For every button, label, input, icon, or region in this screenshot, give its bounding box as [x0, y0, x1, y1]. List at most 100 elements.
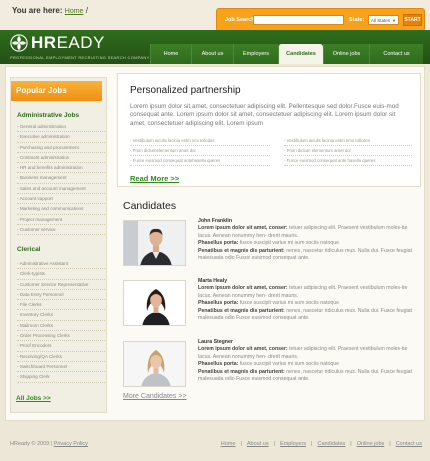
read-more-link[interactable]: Read More >>: [130, 174, 179, 183]
copyright: HReady © 2009 | Privacy Policy: [10, 441, 88, 447]
sidebar-job-label: Inventory Clerks: [19, 312, 54, 318]
nav-candidates[interactable]: Candidates: [278, 44, 323, 64]
partnership-link[interactable]: - Proin dictum elementum amet dol: [284, 146, 412, 156]
all-jobs-link[interactable]: All Jobs >>: [16, 395, 51, 402]
partnership-link[interactable]: - Vestibulum iaculis lacinia estm nmi to…: [130, 136, 270, 146]
sidebar-job-label: Switchboard Personnel: [19, 363, 68, 369]
partnership-link[interactable]: - Vestibulum iaculis lacinia estm nmo to…: [284, 136, 412, 146]
footer: HReady © 2009 | Privacy Policy Home | Ab…: [0, 421, 430, 461]
candidate-line2-bold: Phasellus porta:: [198, 240, 239, 247]
sidebar-job-link[interactable]: - Contracts administration: [17, 153, 105, 164]
footer-nav-contact-us[interactable]: Contact us: [396, 441, 422, 447]
sidebar-job-link[interactable]: - Purchasing and procurement: [17, 143, 105, 153]
candidate-line1-bold: Lorem ipsum dolor sit amet, conser:: [198, 285, 288, 291]
leaf-logo-icon: [10, 34, 28, 52]
sidebar-job-link[interactable]: - Proof Encoders: [17, 341, 105, 352]
sidebar-job-label: Data Entry Personnel: [19, 291, 64, 297]
sidebar-job-label: HR and benefits administration: [19, 165, 83, 171]
sidebar-job-label: Marketing and communications: [19, 206, 84, 212]
job-search-label: Job Search:: [225, 17, 257, 23]
sidebar-job-label: Executive administration: [19, 134, 70, 140]
sidebar-job-link[interactable]: - Clerk-typists: [17, 269, 105, 280]
nav-employers[interactable]: Employers: [233, 44, 278, 64]
privacy-policy-link[interactable]: Privacy Policy: [54, 441, 88, 447]
candidate-photo[interactable]: [123, 280, 186, 326]
sidebar-job-link[interactable]: - Inventory Clerks: [17, 310, 105, 321]
candidate-line3-bold: Penatibus et magnis dis parturient:: [198, 247, 285, 254]
sidebar-job-link[interactable]: - Customer service: [17, 225, 105, 236]
nav-online-jobs[interactable]: Online jobs: [323, 44, 369, 64]
partnership-link[interactable]: - Fusce euismod consequat ante hasellu q…: [284, 156, 412, 166]
nav-contact-us[interactable]: Contact us: [369, 44, 423, 64]
sidebar-job-link[interactable]: - General administration: [17, 122, 105, 133]
sidebar-job-link[interactable]: - File Clerks: [17, 300, 105, 311]
candidate-name: Marta Healy: [198, 278, 228, 284]
tagline: PROFESSIONAL EMPLOYMENT RECRUITING SEARC…: [10, 55, 150, 60]
sidebar-job-label: Proof Encoders: [19, 343, 52, 349]
main-content: Popular Jobs Administrative Jobs - Gener…: [5, 66, 425, 421]
sidebar-job-link[interactable]: - Sales and account management: [17, 184, 105, 195]
candidate-photo[interactable]: [123, 341, 186, 387]
sidebar-job-link[interactable]: - Data Entry Personnel: [17, 290, 105, 301]
state-select[interactable]: All States ▼: [368, 15, 399, 25]
candidate-line2: fusce suscipit varius mi sum sociis nato…: [239, 240, 339, 247]
more-candidates-link[interactable]: More Candidates >>: [123, 393, 186, 400]
partnership-links-right: - Vestibulum iaculis lacinia estm nmo to…: [284, 136, 412, 166]
footer-nav-home[interactable]: Home: [221, 441, 236, 447]
administrative-jobs-heading: Administrative Jobs: [17, 112, 80, 119]
copyright-text: HReady © 2009 |: [10, 441, 53, 447]
sidebar-job-label: Customer Service Representative: [19, 281, 89, 287]
sidebar-job-link[interactable]: - Receiving/QA Clerks: [17, 352, 105, 362]
header: HREADY PROFESSIONAL EMPLOYMENT RECRUITIN…: [0, 30, 430, 64]
footer-nav-separator: |: [240, 441, 242, 447]
partnership-link[interactable]: - Fusce euismod consequat antehasellu qu…: [130, 156, 270, 166]
footer-nav-separator: |: [311, 441, 313, 447]
sidebar-job-link[interactable]: - Shipping Clerk: [17, 372, 105, 383]
breadcrumb-label: You are here:: [12, 6, 63, 15]
sidebar-job-link[interactable]: - HR and benefits administration: [17, 163, 105, 174]
administrative-jobs-list: - General administration - Executive adm…: [17, 122, 105, 236]
footer-nav-about-us[interactable]: About us: [247, 441, 269, 447]
sidebar-job-link[interactable]: - Customer Service Representative: [17, 280, 105, 290]
partnership-link-label: Fusce euismod consequat ante hasellu que…: [286, 158, 376, 163]
partnership-link-label: Fusce euismod consequat antehasellu quer…: [132, 158, 221, 163]
candidate-item: Marta Healy Lorem ipsum dolor sit amet, …: [123, 278, 423, 328]
state-select-value: All States: [371, 18, 391, 23]
sidebar-job-link[interactable]: - Executive administration: [17, 132, 105, 143]
footer-nav-online-jobs[interactable]: Online jobs: [357, 441, 385, 447]
sidebar-job-link[interactable]: - Order Processing Clerks: [17, 331, 105, 342]
clerical-heading: Clerical: [17, 246, 41, 253]
candidate-item: John Franklin Lorem ipsum dolor sit amet…: [123, 218, 423, 268]
sidebar-job-link[interactable]: - Business management: [17, 173, 105, 184]
nav-home[interactable]: Home: [150, 44, 191, 64]
popular-jobs-title: Popular Jobs: [11, 81, 102, 101]
sidebar-job-label: Clerk-typists: [19, 271, 46, 277]
sidebar-job-link[interactable]: - Switchboard Personnel: [17, 362, 105, 373]
footer-nav-candidates[interactable]: Candidates: [317, 441, 345, 447]
sidebar-job-link[interactable]: - Account support: [17, 194, 105, 205]
breadcrumb-home-link[interactable]: Home: [65, 8, 84, 15]
sidebar-job-label: Administrative Assistant: [19, 261, 69, 266]
sidebar-job-link[interactable]: - Mailroom Clerks: [17, 321, 105, 332]
sidebar-job-link[interactable]: - Marketing and communications: [17, 204, 105, 215]
sidebar-job-label: Project management: [19, 216, 63, 222]
clerical-jobs-list: - Administrative Assistant - Clerk-typis…: [17, 259, 105, 383]
start-button[interactable]: START: [403, 14, 422, 26]
sidebar-job-label: Account support: [19, 196, 53, 202]
logo-text-hr: HR: [31, 33, 57, 52]
candidate-name: John Franklin: [198, 218, 233, 224]
sidebar-job-link[interactable]: - Administrative Assistant: [17, 259, 105, 270]
logo-text: HREADY: [31, 33, 105, 53]
sidebar-job-link[interactable]: - Project management: [17, 215, 105, 225]
dropdown-arrow-icon: ▼: [392, 18, 396, 23]
candidate-photo[interactable]: [123, 220, 186, 266]
footer-nav: Home | About us | Employers | Candidates…: [221, 441, 422, 447]
nav-about-us[interactable]: About us: [191, 44, 233, 64]
footer-nav-separator: |: [350, 441, 352, 447]
sidebar-job-label: Purchasing and procurement: [19, 144, 79, 150]
candidates-title: Candidates: [123, 200, 177, 212]
candidate-line2-bold: Phasellus porta:: [198, 361, 239, 368]
footer-nav-employers[interactable]: Employers: [280, 441, 306, 447]
job-search-input[interactable]: [253, 15, 344, 25]
partnership-link[interactable]: - Proin dictumelementum amet dol: [130, 146, 270, 156]
